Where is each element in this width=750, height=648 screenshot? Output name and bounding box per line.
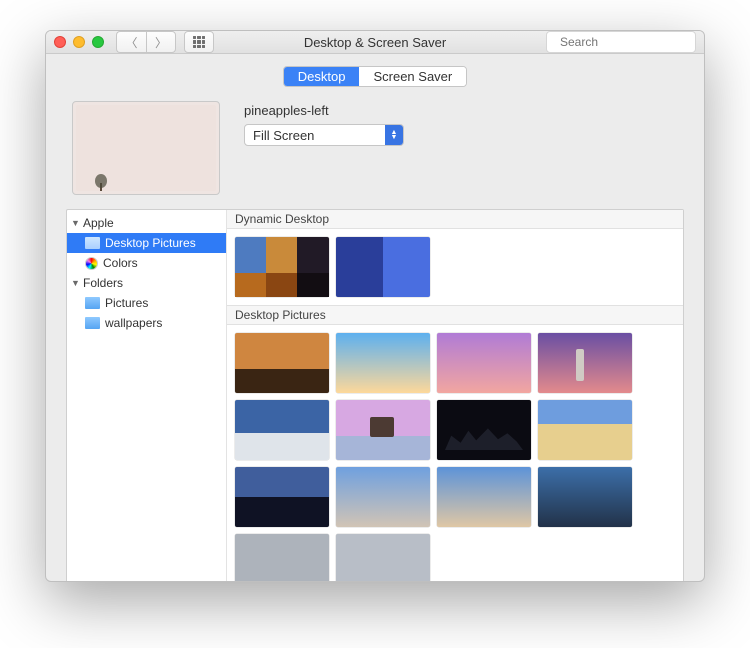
source-sidebar[interactable]: ▼ Apple Desktop Pictures Colors ▼ Folder…: [67, 210, 227, 582]
tree-label: Folders: [83, 276, 123, 290]
pane-body: Desktop Screen Saver pineapples-left Fil…: [46, 54, 704, 582]
tree-label: wallpapers: [105, 316, 162, 330]
wallpaper-thumbnail[interactable]: [336, 400, 430, 460]
desktop-pictures-thumbs: [227, 325, 683, 582]
section-header-dynamic-desktop: Dynamic Desktop: [227, 210, 683, 229]
source-split: ▼ Apple Desktop Pictures Colors ▼ Folder…: [66, 209, 684, 582]
tree-item-wallpapers[interactable]: wallpapers: [67, 313, 226, 333]
search-input[interactable]: [558, 34, 705, 50]
dynamic-desktop-thumbs: [227, 229, 683, 305]
nav-buttons: 〈 〉: [116, 31, 176, 53]
preview-details: pineapples-left Fill Screen ▲▼: [244, 101, 404, 195]
disclosure-triangle-icon: ▼: [71, 218, 81, 228]
updown-icon: ▲▼: [385, 125, 403, 145]
wallpaper-thumbnail[interactable]: [336, 534, 430, 582]
tree-item-pictures[interactable]: Pictures: [67, 293, 226, 313]
preferences-window: 〈 〉 Desktop & Screen Saver Desktop Scree…: [45, 30, 705, 582]
preview-row: pineapples-left Fill Screen ▲▼: [66, 101, 684, 209]
thumbnail-content[interactable]: Dynamic Desktop Desktop Pictures: [227, 210, 683, 582]
grid-icon: [193, 36, 205, 48]
wallpaper-thumbnail[interactable]: [538, 467, 632, 527]
wallpaper-thumbnail[interactable]: [235, 237, 329, 297]
minimize-window-button[interactable]: [73, 36, 85, 48]
section-header-desktop-pictures: Desktop Pictures: [227, 305, 683, 325]
color-wheel-icon: [85, 257, 98, 270]
wallpaper-thumbnail[interactable]: [235, 467, 329, 527]
tree-label: Desktop Pictures: [105, 236, 196, 250]
tree-item-desktop-pictures[interactable]: Desktop Pictures: [67, 233, 226, 253]
wallpaper-thumbnail[interactable]: [235, 333, 329, 393]
folder-icon: [85, 297, 100, 309]
show-all-button[interactable]: [184, 31, 214, 53]
current-wallpaper-preview: [72, 101, 220, 195]
titlebar: 〈 〉 Desktop & Screen Saver: [46, 31, 704, 54]
tab-screensaver[interactable]: Screen Saver: [359, 67, 466, 86]
wallpaper-thumbnail[interactable]: [437, 333, 531, 393]
zoom-window-button[interactable]: [92, 36, 104, 48]
folder-icon: [85, 237, 100, 249]
disclosure-triangle-icon: ▼: [71, 278, 81, 288]
tree-label: Colors: [103, 256, 138, 270]
search-field[interactable]: [546, 31, 696, 53]
fill-mode-value: Fill Screen: [253, 128, 314, 143]
chevron-right-icon: 〉: [155, 34, 167, 51]
segmented-control: Desktop Screen Saver: [283, 66, 467, 87]
tree-group-apple[interactable]: ▼ Apple: [67, 213, 226, 233]
fill-mode-select[interactable]: Fill Screen ▲▼: [244, 124, 404, 146]
window-controls: [54, 36, 104, 48]
forward-button[interactable]: 〉: [146, 31, 176, 53]
chevron-left-icon: 〈: [125, 34, 137, 51]
wallpaper-thumbnail[interactable]: [336, 467, 430, 527]
folder-icon: [85, 317, 100, 329]
tree-label: Pictures: [105, 296, 148, 310]
close-window-button[interactable]: [54, 36, 66, 48]
wallpaper-name-label: pineapples-left: [244, 103, 404, 118]
wallpaper-thumbnail[interactable]: [437, 467, 531, 527]
wallpaper-thumbnail[interactable]: [336, 333, 430, 393]
tab-bar: Desktop Screen Saver: [66, 66, 684, 87]
tree-illustration: [94, 171, 108, 191]
tab-desktop[interactable]: Desktop: [284, 67, 360, 86]
wallpaper-thumbnail[interactable]: [235, 534, 329, 582]
wallpaper-thumbnail[interactable]: [235, 400, 329, 460]
wallpaper-thumbnail[interactable]: [538, 400, 632, 460]
tree-item-colors[interactable]: Colors: [67, 253, 226, 273]
back-button[interactable]: 〈: [116, 31, 146, 53]
tree-label: Apple: [83, 216, 114, 230]
tree-group-folders[interactable]: ▼ Folders: [67, 273, 226, 293]
wallpaper-thumbnail[interactable]: [336, 237, 430, 297]
wallpaper-thumbnail[interactable]: [538, 333, 632, 393]
wallpaper-thumbnail[interactable]: [437, 400, 531, 460]
